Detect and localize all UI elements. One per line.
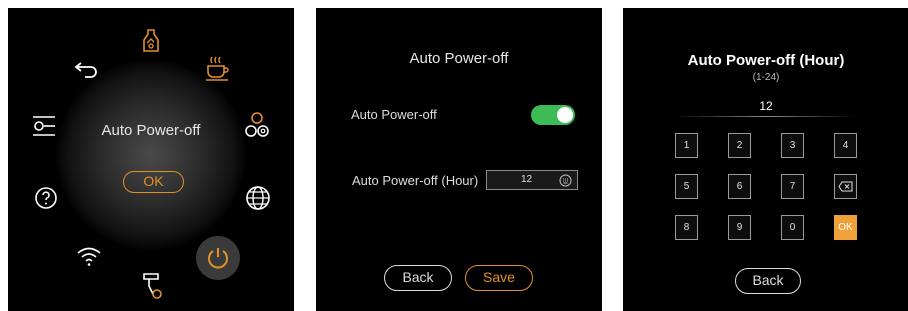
key-7[interactable]: 7 xyxy=(781,174,804,199)
coffee-cup-icon[interactable] xyxy=(204,55,230,83)
ok-key[interactable]: OK xyxy=(834,215,857,240)
backspace-key[interactable] xyxy=(834,174,857,199)
hour-field-label: Auto Power-off (Hour) xyxy=(352,173,479,188)
key-9[interactable]: 9 xyxy=(728,215,751,240)
toggle-knob xyxy=(557,107,573,123)
help-icon[interactable] xyxy=(34,186,58,210)
value-underline xyxy=(675,116,857,117)
hour-value: 12 xyxy=(521,174,533,185)
key-4[interactable]: 4 xyxy=(834,133,857,158)
entered-value: 12 xyxy=(759,99,773,113)
save-button[interactable]: Save xyxy=(465,265,533,291)
auto-power-off-toggle[interactable] xyxy=(531,105,575,125)
menu-center-label: Auto Power-off xyxy=(101,122,201,139)
backspace-icon xyxy=(838,181,853,192)
range-hint: (1-24) xyxy=(752,72,780,83)
page-title: Auto Power-off xyxy=(409,50,509,67)
settings-screen: Auto Power-off Auto Power-off Auto Power… xyxy=(316,8,602,311)
center-glow xyxy=(56,60,246,250)
back-button[interactable]: Back xyxy=(384,265,452,291)
back-arrow-icon[interactable] xyxy=(73,59,101,79)
keypad-screen: Auto Power-off (Hour) (1-24) 12 1 2 3 4 … xyxy=(623,8,908,311)
hour-input-field[interactable]: 12 xyxy=(486,170,578,190)
keypad-icon xyxy=(559,174,572,187)
key-3[interactable]: 3 xyxy=(781,133,804,158)
power-button[interactable] xyxy=(196,236,240,280)
key-8[interactable]: 8 xyxy=(675,215,698,240)
key-2[interactable]: 2 xyxy=(728,133,751,158)
milk-frother-icon[interactable] xyxy=(141,272,163,300)
globe-icon[interactable] xyxy=(245,185,271,211)
cleaning-icon[interactable] xyxy=(141,28,161,54)
key-5[interactable]: 5 xyxy=(675,174,698,199)
page-title: Auto Power-off (Hour) xyxy=(687,52,845,69)
power-icon xyxy=(208,248,228,269)
key-0[interactable]: 0 xyxy=(781,215,804,240)
back-button[interactable]: Back xyxy=(735,268,801,294)
ok-button[interactable]: OK xyxy=(123,171,184,193)
key-6[interactable]: 6 xyxy=(728,174,751,199)
menu-screen: Auto Power-off OK xyxy=(8,8,294,311)
auto-power-off-label: Auto Power-off xyxy=(351,107,437,122)
key-1[interactable]: 1 xyxy=(675,133,698,158)
wifi-icon[interactable] xyxy=(76,245,102,267)
